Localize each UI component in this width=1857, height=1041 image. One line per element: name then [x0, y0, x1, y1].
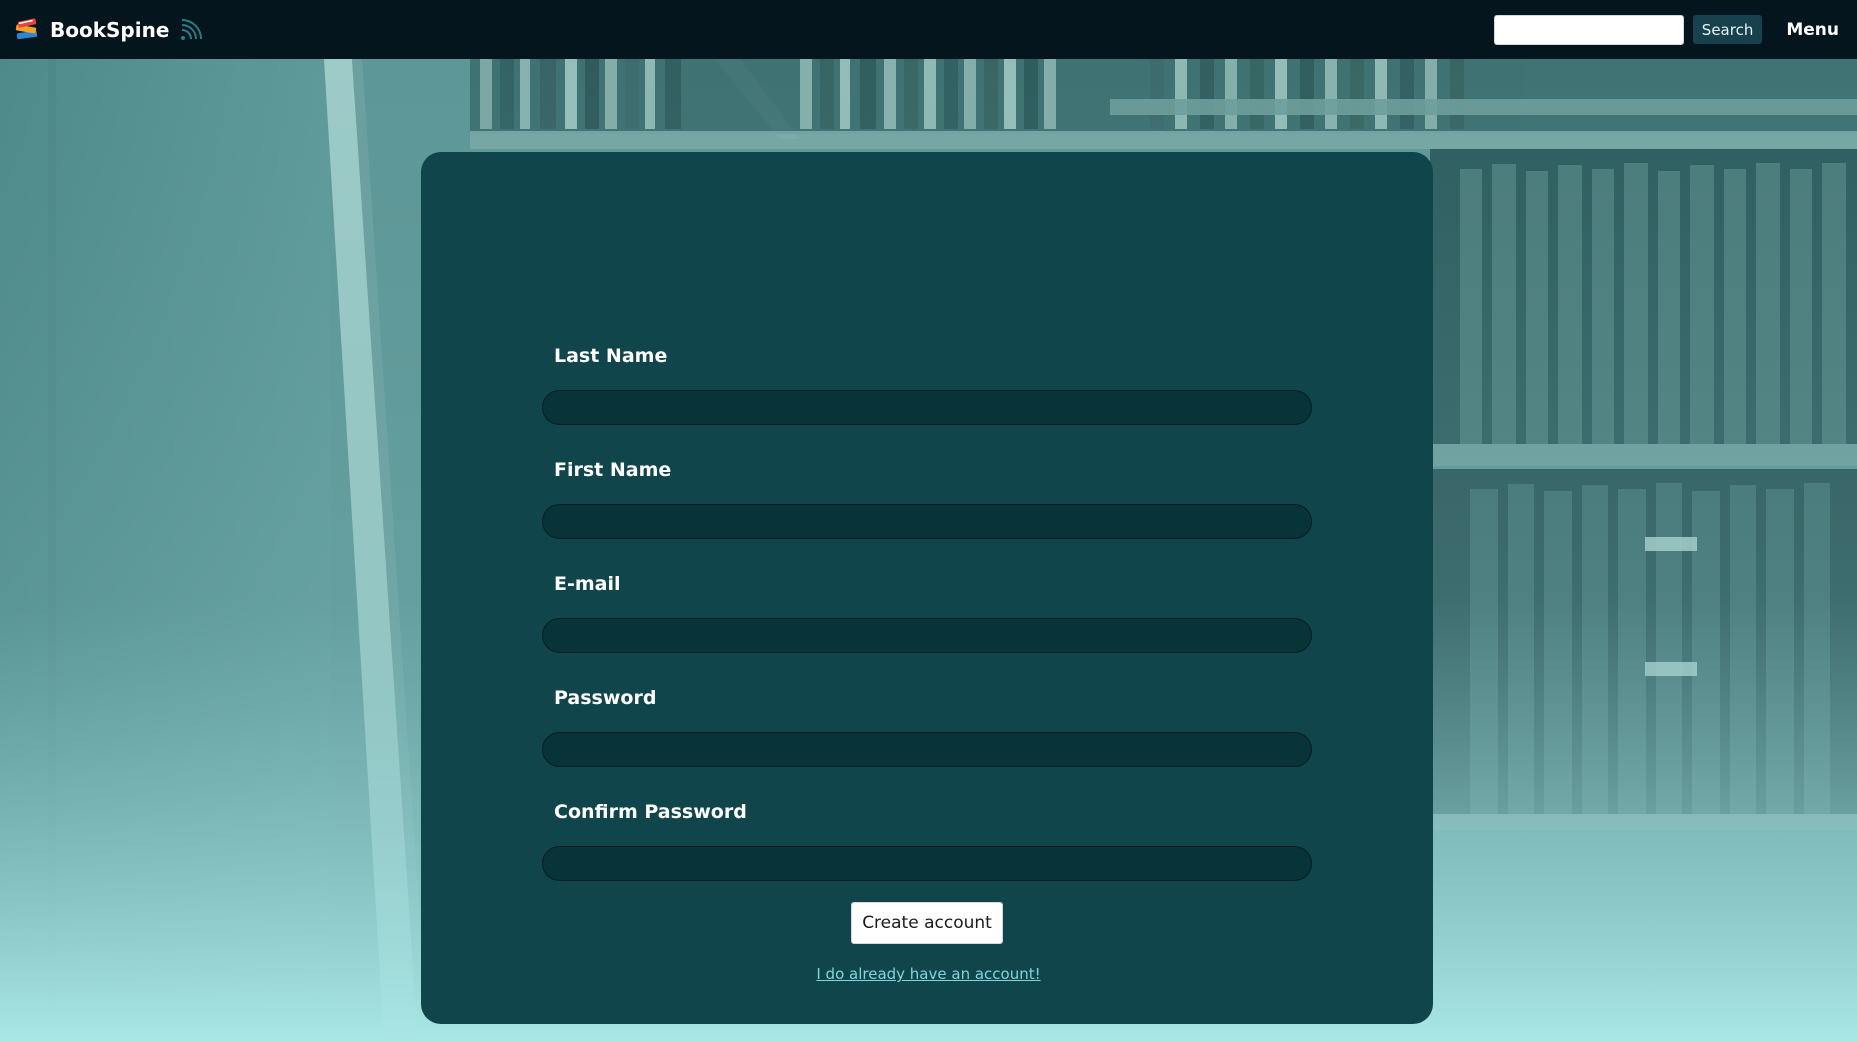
search-input[interactable] — [1493, 14, 1684, 45]
email-label: E-mail — [554, 573, 621, 595]
password-label: Password — [554, 687, 657, 709]
navbar-actions: Search Menu — [1493, 14, 1839, 45]
brand-name: BookSpine — [50, 17, 170, 42]
password-field[interactable] — [542, 732, 1312, 767]
register-page: BookSpine Search Menu Register Last Name… — [0, 0, 1857, 1041]
confirm-password-label: Confirm Password — [554, 801, 747, 823]
last-name-field[interactable] — [542, 390, 1312, 425]
rss-feed-icon[interactable] — [179, 18, 203, 42]
books-logo-icon — [15, 17, 38, 39]
search-button[interactable]: Search — [1692, 15, 1763, 44]
last-name-label: Last Name — [554, 345, 668, 367]
menu-button[interactable]: Menu — [1786, 20, 1839, 40]
create-account-button[interactable]: Create account — [851, 902, 1003, 944]
first-name-label: First Name — [554, 459, 672, 481]
login-link[interactable]: I do already have an account! — [0, 965, 1857, 983]
top-navbar: BookSpine Search Menu — [0, 0, 1857, 59]
email-field[interactable] — [542, 618, 1312, 653]
confirm-password-field[interactable] — [542, 846, 1312, 881]
first-name-field[interactable] — [542, 504, 1312, 539]
brand-link[interactable]: BookSpine — [14, 17, 203, 43]
